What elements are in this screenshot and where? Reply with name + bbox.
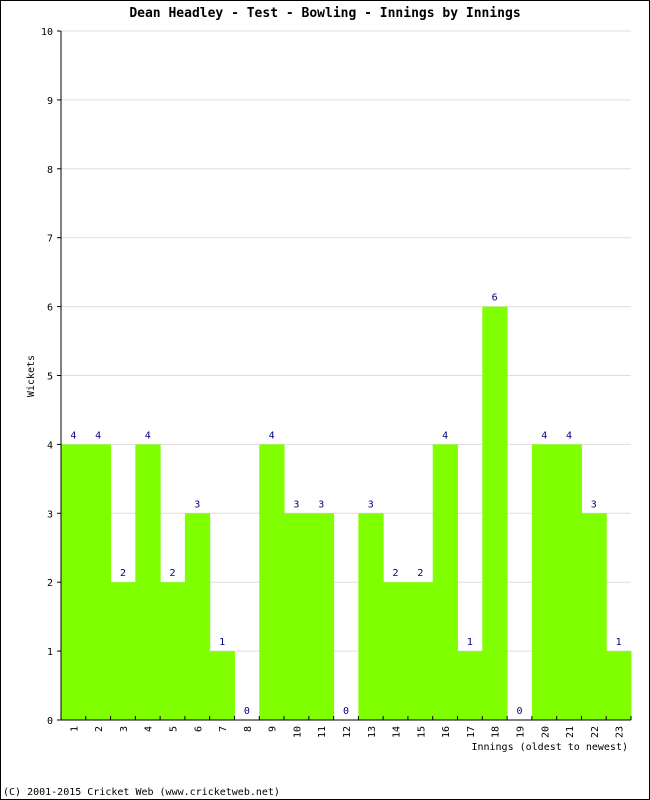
bar-value-label: 1	[219, 637, 225, 648]
y-tick-label: 0	[47, 716, 53, 727]
y-tick-labels: 0 1 2 3 4 5 6 7 8 9 10	[41, 27, 53, 727]
bar-value-label: 3	[194, 499, 200, 510]
x-tick-label: 4	[144, 726, 155, 732]
bar	[284, 513, 310, 720]
bar-value-label: 4	[269, 430, 275, 441]
x-tick-label: 22	[590, 726, 601, 738]
x-tick-label: 9	[268, 726, 279, 732]
y-tick-label: 3	[47, 509, 53, 520]
x-tick-labels: 1 2 3 4 5 6 7 8 9 10 11 12 13 14 15 16 17 18 19 20 21 22 23	[69, 726, 625, 738]
bar	[581, 513, 607, 720]
bar	[457, 651, 483, 720]
bar-value-label: 2	[170, 568, 176, 579]
bar	[308, 513, 335, 720]
x-axis-label: Innings (oldest to newest)	[471, 742, 628, 753]
y-tick-label: 8	[47, 165, 53, 176]
bar-value-label: 2	[417, 568, 423, 579]
bar	[135, 444, 161, 720]
bar-value-label: 4	[70, 430, 76, 441]
bar-value-label: 4	[145, 430, 151, 441]
x-tick-label: 10	[292, 726, 303, 738]
bar-value-label: 1	[467, 637, 473, 648]
bar-value-label: 2	[120, 568, 126, 579]
y-tick-label: 10	[41, 27, 53, 38]
x-tick-label: 13	[367, 726, 378, 738]
x-tick-label: 14	[392, 726, 403, 738]
y-tick-label: 7	[47, 234, 53, 245]
x-tick-label: 20	[540, 726, 551, 738]
y-tick-label: 9	[47, 96, 53, 107]
bar	[383, 582, 409, 720]
bar-value-label: 2	[393, 568, 399, 579]
x-tick-label: 15	[416, 726, 427, 738]
y-tick-label: 2	[47, 578, 53, 589]
bar-value-label: 4	[95, 430, 101, 441]
y-tick-label: 4	[47, 440, 53, 451]
x-tick-label: 1	[69, 726, 80, 732]
x-tick-label: 8	[243, 726, 254, 732]
bar-value-label: 0	[516, 706, 522, 717]
y-tick-label: 6	[47, 303, 53, 314]
bar-value-label: 4	[541, 430, 547, 441]
bar	[606, 651, 632, 720]
bar-value-label: 4	[566, 430, 572, 441]
y-axis-label: Wickets	[26, 355, 37, 397]
bar	[61, 444, 87, 720]
x-tick-label: 3	[119, 726, 130, 732]
x-tick-label: 21	[565, 726, 576, 738]
x-tick-label: 23	[615, 726, 626, 738]
bar-chart: Dean Headley - Test - Bowling - Innings …	[3, 6, 632, 798]
x-tick-label: 19	[515, 726, 526, 738]
bar-value-label: 1	[616, 637, 622, 648]
bar	[110, 582, 136, 720]
bar-value-label: 0	[244, 706, 250, 717]
y-tick-label: 1	[47, 647, 53, 658]
bar	[259, 444, 285, 720]
bar	[482, 306, 508, 720]
x-tick-label: 18	[491, 726, 502, 738]
y-tick-label: 5	[47, 372, 53, 383]
bar	[556, 444, 582, 720]
x-tick-label: 17	[466, 726, 477, 738]
x-tick-label: 5	[169, 726, 180, 732]
bar-value-label: 6	[492, 293, 498, 304]
x-tick-label: 12	[342, 726, 353, 738]
chart-title: Dean Headley - Test - Bowling - Innings …	[129, 6, 520, 21]
bar	[432, 444, 459, 720]
bar	[531, 444, 558, 720]
bar-value-label: 0	[343, 706, 349, 717]
x-tick-label: 11	[317, 726, 328, 738]
bar	[184, 513, 211, 720]
bar-value-label: 3	[318, 499, 324, 510]
bar	[160, 582, 186, 720]
x-tick-label: 6	[193, 726, 204, 732]
bar-value-label: 3	[591, 499, 597, 510]
x-tick-label: 2	[94, 726, 105, 732]
chart-frame: Dean Headley - Test - Bowling - Innings …	[0, 0, 650, 800]
x-tick-label: 16	[441, 726, 452, 738]
copyright-footer: (C) 2001-2015 Cricket Web (www.cricketwe…	[3, 787, 280, 798]
bar	[209, 651, 235, 720]
bar	[358, 513, 384, 720]
bar-value-label: 3	[293, 499, 299, 510]
bar-value-label: 4	[442, 430, 448, 441]
bar	[85, 444, 112, 720]
bar-value-label: 3	[368, 499, 374, 510]
x-tick-label: 7	[218, 726, 229, 732]
bar	[407, 582, 434, 720]
